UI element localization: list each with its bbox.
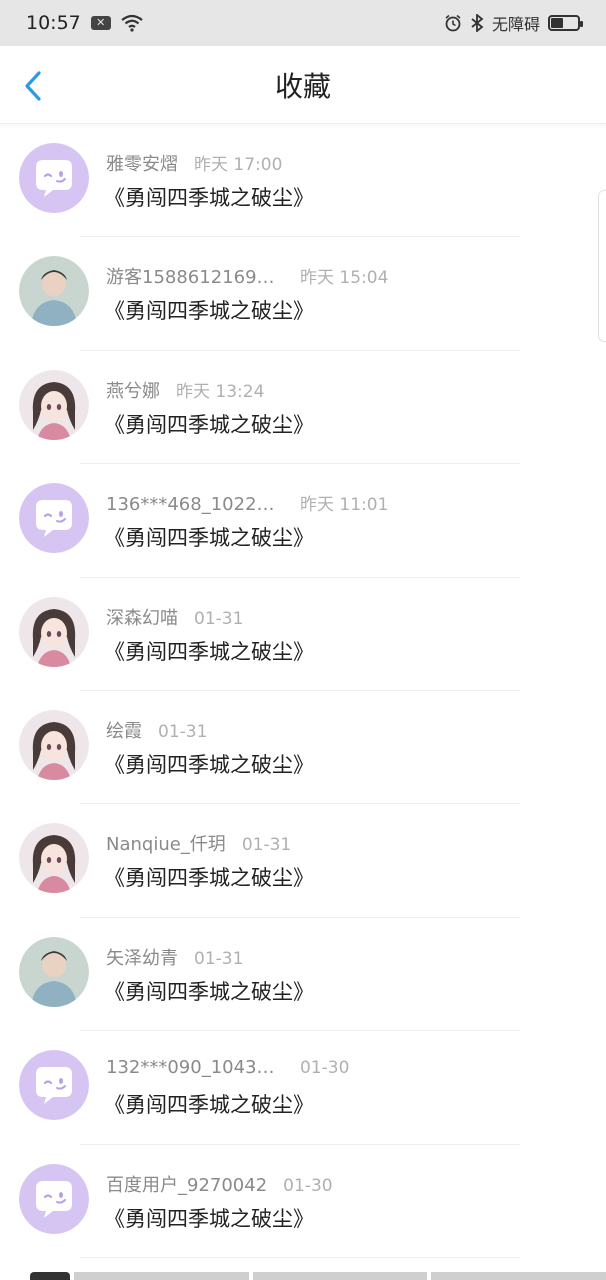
list-item[interactable]: 百度用户_9270042 01-30 《勇闯四季城之破尘》 [0,1145,606,1258]
default-chat-avatar-icon [19,143,89,213]
wifi-icon [121,14,143,32]
avatar[interactable] [19,256,89,327]
bluetooth-icon [471,14,484,32]
item-meta: 游客1588612169035 昨天 15:04 [106,263,546,289]
avatar[interactable] [19,483,89,554]
avatar[interactable] [19,936,89,1007]
item-meta: 雅零安熠 昨天 17:00 [106,150,546,176]
post-time: 01-31 [194,948,244,969]
list-item[interactable]: 矢泽幼青 01-31 《勇闯四季城之破尘》 [0,918,606,1032]
post-time: 01-30 [300,1058,350,1079]
user-name: 雅零安熠 [106,154,178,175]
default-chat-avatar-icon [19,1163,89,1234]
post-time: 昨天 11:01 [300,495,389,516]
back-button[interactable] [16,68,50,104]
accessibility-label: 无障碍 [491,15,540,34]
item-meta: 百度用户_9270042 01-30 [106,1171,546,1197]
post-time: 01-31 [241,835,292,856]
item-meta: 矢泽幼青 01-31 [106,944,546,970]
user-name: Nanqiue_仟玥 [106,834,226,856]
anime-avatar-icon [19,596,89,667]
avatar[interactable] [19,823,89,894]
item-meta: 136***468_1022867 昨天 11:01 [106,490,546,515]
item-meta: 燕兮娜 昨天 13:24 [106,377,546,403]
list-item[interactable]: 燕兮娜 昨天 13:24 《勇闯四季城之破尘》 [0,351,606,465]
post-time: 昨天 15:04 [300,268,389,289]
item-meta: Nanqiue_仟玥 01-31 [106,830,546,856]
next-item-partial [0,1272,606,1280]
status-left: 10:57 ✕ [26,12,143,34]
anime-avatar-icon [19,369,89,440]
post-title: 《勇闯四季城之破尘》 [104,1093,314,1118]
alarm-icon [445,14,461,32]
avatar[interactable] [19,1050,89,1121]
post-time: 01-30 [283,1175,333,1196]
post-time: 昨天 17:00 [194,155,283,175]
post-title: 《勇闯四季城之破尘》 [104,412,314,437]
user-photo-avatar-icon [19,936,89,1007]
chevron-left-icon [25,71,41,101]
default-chat-avatar-icon [19,483,89,554]
list-item[interactable]: 绘霞 01-31 《勇闯四季城之破尘》 [0,691,606,805]
post-title: 《勇闯四季城之破尘》 [104,866,314,891]
post-title: 《勇闯四季城之破尘》 [104,752,314,777]
post-title: 《勇闯四季城之破尘》 [104,1206,314,1231]
avatar[interactable] [19,143,89,213]
notification-icon: ✕ [90,16,111,30]
status-right: 无障碍 [444,11,583,35]
item-meta: 绘霞 01-31 [106,717,546,743]
user-name: 游客1588612169035 [106,267,284,289]
list-item[interactable]: 游客1588612169035 昨天 15:04 《勇闯四季城之破尘》 [0,237,606,351]
battery-level [551,18,563,28]
list-item[interactable]: 深森幻喵 01-31 《勇闯四季城之破尘》 [0,578,606,691]
user-name: 136***468_1022867 [106,494,284,516]
avatar[interactable] [19,369,89,440]
anime-avatar-icon [19,823,89,894]
status-bar: 10:57 ✕ 无障碍 [0,0,606,46]
clock: 10:57 [26,12,81,34]
nav-bar: 收藏 [0,46,606,124]
list-item[interactable]: Nanqiue_仟玥 01-31 《勇闯四季城之破尘》 [0,804,606,918]
list-item[interactable]: 136***468_1022867 昨天 11:01 《勇闯四季城之破尘》 [0,464,606,578]
user-name: 燕兮娜 [106,380,160,402]
list-item[interactable]: 雅零安熠 昨天 17:00 《勇闯四季城之破尘》 [0,124,606,238]
partial-avatar [30,1272,70,1280]
post-time: 01-31 [194,608,244,629]
user-name: 百度用户_9270042 [106,1174,268,1196]
scroll-handle[interactable] [598,190,606,342]
post-title: 《勇闯四季城之破尘》 [104,639,314,664]
battery-icon [548,15,583,31]
post-title: 《勇闯四季城之破尘》 [104,186,314,210]
user-name: 绘霞 [106,720,142,742]
user-photo-avatar-icon [19,256,89,327]
anime-avatar-icon [19,709,89,780]
avatar[interactable] [19,596,89,667]
post-time: 01-31 [158,721,208,742]
divider [80,1256,520,1258]
item-meta: 深森幻喵 01-31 [106,604,546,630]
post-title: 《勇闯四季城之破尘》 [104,526,314,551]
user-name: 深森幻喵 [106,607,178,629]
user-name: 矢泽幼青 [106,947,178,969]
post-title: 《勇闯四季城之破尘》 [104,979,314,1004]
avatar[interactable] [19,1163,89,1234]
list-item[interactable]: 132***090_1043671 01-30 《勇闯四季城之破尘》 [0,1031,606,1145]
user-name: 132***090_1043671 [106,1057,284,1079]
post-time: 昨天 13:24 [176,381,265,402]
item-meta: 132***090_1043671 01-30 [106,1057,546,1078]
favorites-list: 雅零安熠 昨天 17:00 《勇闯四季城之破尘》 游客1588612169035 昨天 … [0,124,606,1258]
post-title: 《勇闯四季城之破尘》 [104,299,314,324]
avatar[interactable] [19,709,89,780]
page-title: 收藏 [274,69,331,103]
default-chat-avatar-icon [19,1050,89,1121]
